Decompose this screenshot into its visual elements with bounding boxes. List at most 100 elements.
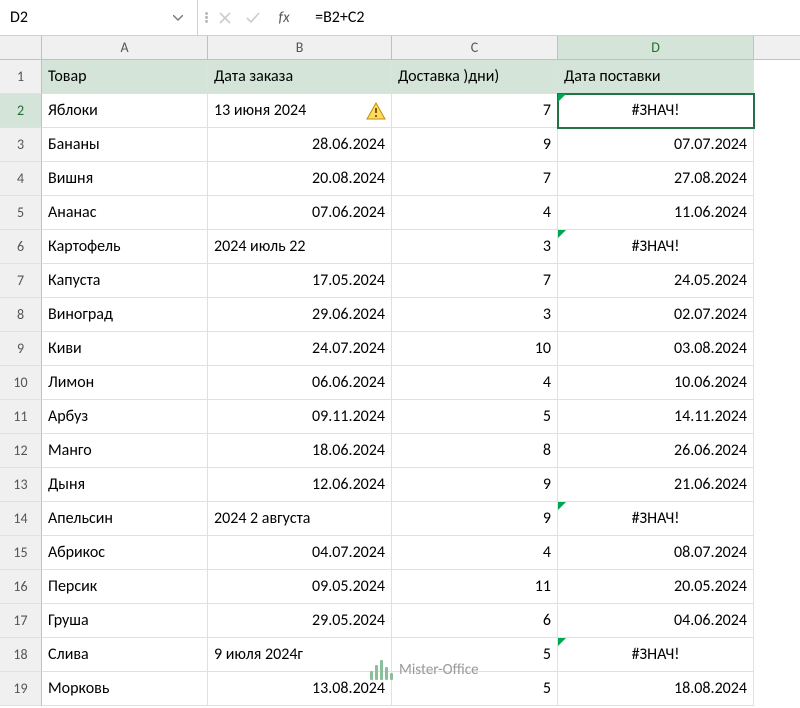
cell[interactable]: 9 — [392, 128, 558, 162]
fx-button[interactable]: fx — [269, 6, 299, 30]
row-header[interactable]: 11 — [0, 400, 42, 434]
row-header[interactable]: 14 — [0, 502, 42, 536]
enter-icon[interactable] — [241, 6, 265, 30]
cell[interactable]: Вишня — [42, 162, 208, 196]
cell[interactable]: 4 — [392, 366, 558, 400]
row-header[interactable]: 4 — [0, 162, 42, 196]
row-header[interactable]: 5 — [0, 196, 42, 230]
cell[interactable]: 11.06.2024 — [558, 196, 754, 230]
cell[interactable]: 27.08.2024 — [558, 162, 754, 196]
row-header[interactable]: 7 — [0, 264, 42, 298]
cell[interactable]: #ЗНАЧ! — [558, 230, 754, 264]
row-header[interactable]: 6 — [0, 230, 42, 264]
cell[interactable]: 21.06.2024 — [558, 468, 754, 502]
col-header-A[interactable]: A — [42, 36, 208, 59]
cell[interactable]: 20.05.2024 — [558, 570, 754, 604]
cell[interactable]: 5 — [392, 672, 558, 706]
row-header[interactable]: 10 — [0, 366, 42, 400]
cell[interactable]: 3 — [392, 230, 558, 264]
cell[interactable]: Персик — [42, 570, 208, 604]
row-header[interactable]: 1 — [0, 60, 42, 94]
cancel-icon[interactable] — [213, 6, 237, 30]
row-header[interactable]: 9 — [0, 332, 42, 366]
cell[interactable]: 06.06.2024 — [208, 366, 392, 400]
cell[interactable]: Бананы — [42, 128, 208, 162]
cell[interactable]: 08.07.2024 — [558, 536, 754, 570]
row-header[interactable]: 13 — [0, 468, 42, 502]
row-header[interactable]: 8 — [0, 298, 42, 332]
cell[interactable]: #ЗНАЧ! — [558, 638, 754, 672]
cell[interactable]: 9 июля 2024г — [208, 638, 392, 672]
cell[interactable]: 10 — [392, 332, 558, 366]
cell[interactable]: 12.06.2024 — [208, 468, 392, 502]
cell[interactable]: 04.06.2024 — [558, 604, 754, 638]
cell[interactable]: Яблоки — [42, 94, 208, 128]
cell[interactable]: 29.05.2024 — [208, 604, 392, 638]
cell[interactable]: 4 — [392, 536, 558, 570]
cell[interactable]: 11 — [392, 570, 558, 604]
col-header-D[interactable]: D — [558, 36, 754, 59]
row-header[interactable]: 12 — [0, 434, 42, 468]
cell[interactable]: Виноград — [42, 298, 208, 332]
cell[interactable]: 07.06.2024 — [208, 196, 392, 230]
col-header-B[interactable]: B — [208, 36, 392, 59]
cell[interactable]: 04.07.2024 — [208, 536, 392, 570]
cell[interactable]: 13 июня 2024 — [208, 94, 392, 128]
row-header[interactable]: 17 — [0, 604, 42, 638]
cell[interactable]: 5 — [392, 400, 558, 434]
cell[interactable]: Лимон — [42, 366, 208, 400]
cell[interactable]: Груша — [42, 604, 208, 638]
cell[interactable]: 18.08.2024 — [558, 672, 754, 706]
cell[interactable]: 3 — [392, 298, 558, 332]
cell[interactable]: 03.08.2024 — [558, 332, 754, 366]
cell[interactable]: Картофель — [42, 230, 208, 264]
cell[interactable]: 2024 июль 22 — [208, 230, 392, 264]
cell[interactable]: 9 — [392, 468, 558, 502]
cell[interactable]: Морковь — [42, 672, 208, 706]
cell[interactable]: 8 — [392, 434, 558, 468]
row-header[interactable]: 2 — [0, 94, 42, 128]
cell[interactable]: Доставка )дни) — [392, 60, 558, 94]
cell[interactable]: 07.07.2024 — [558, 128, 754, 162]
cell[interactable]: 09.11.2024 — [208, 400, 392, 434]
cell[interactable]: Манго — [42, 434, 208, 468]
warning-icon[interactable] — [366, 102, 386, 120]
cell[interactable]: Дата заказа — [208, 60, 392, 94]
cell[interactable]: 7 — [392, 94, 558, 128]
cell[interactable]: #ЗНАЧ! — [558, 502, 754, 536]
cell[interactable]: 18.06.2024 — [208, 434, 392, 468]
cell[interactable]: Дыня — [42, 468, 208, 502]
cell[interactable]: 7 — [392, 264, 558, 298]
name-box[interactable]: D2 — [0, 0, 198, 35]
cell[interactable]: 24.07.2024 — [208, 332, 392, 366]
cell[interactable]: 29.06.2024 — [208, 298, 392, 332]
cell[interactable]: 26.06.2024 — [558, 434, 754, 468]
cell[interactable]: Ананас — [42, 196, 208, 230]
cell[interactable]: 6 — [392, 604, 558, 638]
cell[interactable]: 17.05.2024 — [208, 264, 392, 298]
cell[interactable]: Апельсин — [42, 502, 208, 536]
cell[interactable]: 2024 2 августа — [208, 502, 392, 536]
cell[interactable]: Абрикос — [42, 536, 208, 570]
formula-input[interactable] — [305, 0, 800, 35]
cell[interactable]: 14.11.2024 — [558, 400, 754, 434]
row-header[interactable]: 18 — [0, 638, 42, 672]
cell[interactable]: 9 — [392, 502, 558, 536]
select-all-corner[interactable] — [0, 36, 42, 59]
row-header[interactable]: 16 — [0, 570, 42, 604]
cell[interactable]: Слива — [42, 638, 208, 672]
cell[interactable]: 13.08.2024 — [208, 672, 392, 706]
cell[interactable]: 5 — [392, 638, 558, 672]
cell[interactable]: Арбуз — [42, 400, 208, 434]
row-header[interactable]: 19 — [0, 672, 42, 706]
cell[interactable]: #ЗНАЧ! — [558, 94, 754, 128]
row-header[interactable]: 3 — [0, 128, 42, 162]
cell[interactable]: 02.07.2024 — [558, 298, 754, 332]
cell[interactable]: Дата поставки — [558, 60, 754, 94]
cell[interactable]: Товар — [42, 60, 208, 94]
cell[interactable]: 20.08.2024 — [208, 162, 392, 196]
chevron-down-icon[interactable] — [169, 9, 187, 27]
cell[interactable]: 4 — [392, 196, 558, 230]
cell[interactable]: 10.06.2024 — [558, 366, 754, 400]
cell[interactable]: Киви — [42, 332, 208, 366]
